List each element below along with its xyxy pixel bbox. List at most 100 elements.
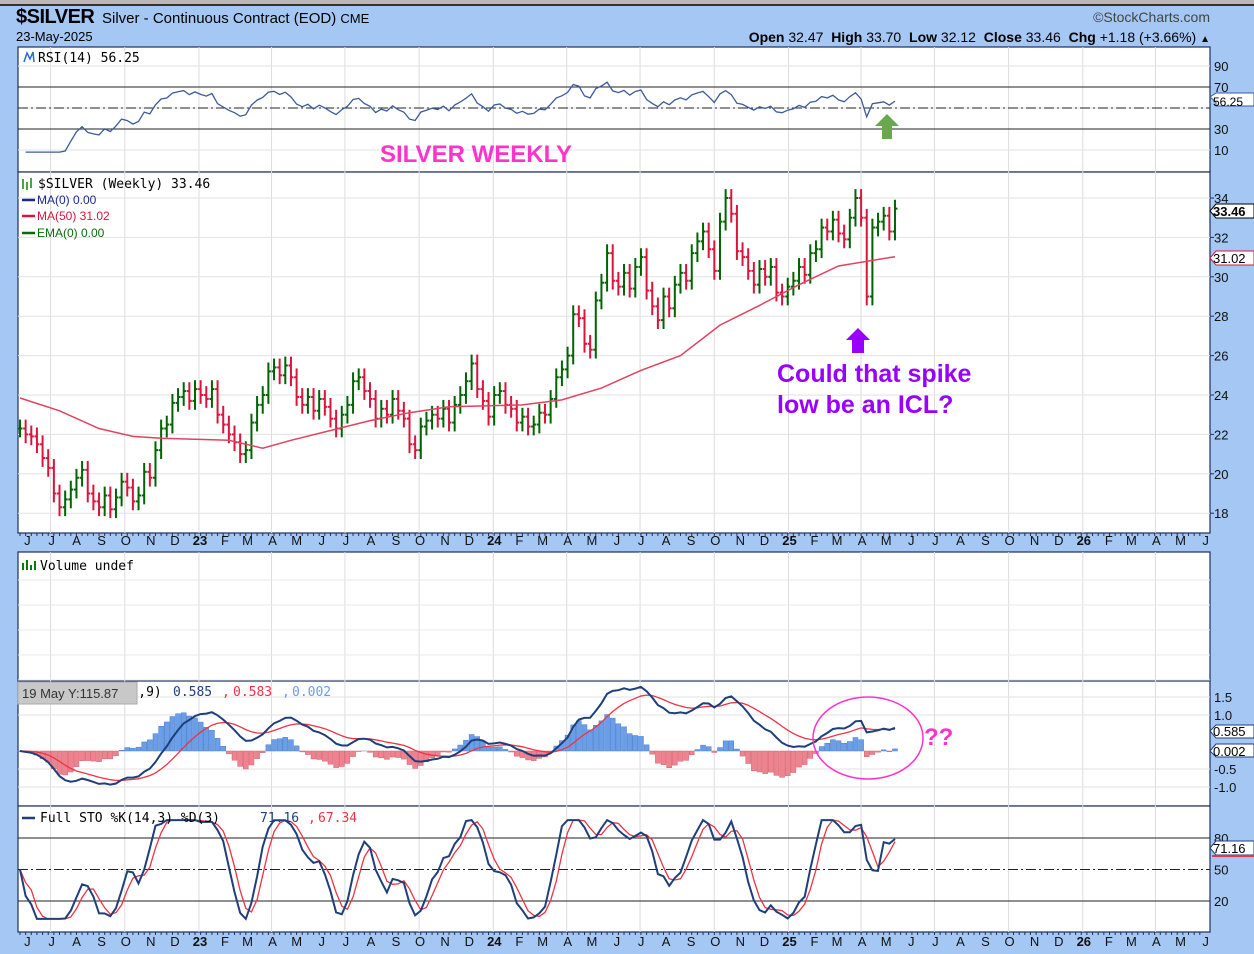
macd-histogram-bar: [147, 739, 153, 752]
silver-weekly-annotation: SILVER WEEKLY: [380, 141, 572, 168]
macd-histogram-bar: [350, 750, 356, 757]
x-tick-label: O: [415, 934, 425, 949]
macd-histogram-bar: [514, 750, 520, 757]
macd-signal-value: 0.583: [233, 685, 272, 700]
macd-histogram-bar: [830, 739, 836, 752]
macd-histogram-bar: [734, 748, 740, 752]
rsi-tag-text: 56.25: [1213, 95, 1243, 109]
x-tick-label: N: [1030, 934, 1039, 949]
x-tick-label: J: [932, 934, 939, 949]
x-tick-label: F: [221, 533, 229, 548]
svg-text:,: ,: [308, 811, 316, 826]
ma50-legend: MA(50) 31.02: [37, 209, 110, 223]
spike-annotation-line1: Could that spike: [777, 360, 972, 388]
x-tick-label: O: [710, 533, 720, 548]
x-tick-label: A: [268, 533, 277, 548]
price-tick-label: 30: [1214, 270, 1228, 285]
rsi-legend: RSI(14) 56.25: [23, 51, 140, 66]
macd-histogram-bar: [440, 750, 447, 753]
x-tick-label: J: [1202, 533, 1209, 548]
macd-histogram-bar: [446, 750, 452, 753]
macd-histogram-bar: [367, 750, 373, 753]
spike-annotation-line2: low be an ICL?: [777, 391, 953, 419]
x-tick-label: S: [392, 934, 401, 949]
rsi-tick-label: 10: [1214, 143, 1228, 158]
macd-histogram-bar: [660, 750, 667, 765]
svg-text:,: ,: [282, 685, 290, 700]
macd-histogram-bar: [197, 721, 204, 752]
macd-histogram-bar: [796, 750, 802, 768]
macd-histogram-bar: [485, 746, 492, 752]
x-tick-label: N: [440, 934, 449, 949]
macd-histogram-bar: [587, 729, 593, 752]
macd-histogram-bar: [689, 750, 695, 756]
macd-histogram-bar: [271, 739, 277, 752]
macd-histogram-bar: [745, 750, 751, 764]
macd-histogram-bar: [299, 750, 305, 753]
x-tick-label: D: [760, 934, 769, 949]
x-tick-label: A: [858, 934, 867, 949]
macd-tag: 0.585: [1209, 724, 1254, 739]
macd-histogram-bar: [96, 750, 102, 762]
x-tick-label: J: [638, 934, 645, 949]
x-tick-label: J: [908, 934, 915, 949]
price-tick-label: 28: [1214, 309, 1228, 324]
x-tick-label: J: [932, 533, 939, 548]
macd-histogram-bar: [152, 733, 159, 752]
ema0-legend: EMA(0) 0.00: [37, 226, 105, 240]
x-tick-label: D: [170, 934, 179, 949]
macd-histogram-bar: [581, 724, 588, 752]
sto-tick-label: 20: [1214, 894, 1228, 909]
macd-histogram-bar: [395, 750, 401, 758]
macd-histogram-bar: [779, 750, 785, 778]
hist-tag-text: 0.002: [1213, 744, 1246, 759]
x-tick-label: N: [736, 934, 745, 949]
price-tick-label: 32: [1214, 230, 1228, 245]
x-tick-label: 26: [1077, 934, 1091, 949]
x-tick-label: M: [537, 934, 548, 949]
macd-histogram-bar: [62, 750, 68, 776]
macd-histogram-bar: [875, 750, 881, 753]
macd-histogram-bar: [84, 750, 91, 761]
macd-histogram-bar: [615, 723, 622, 752]
x-tick-label: J: [908, 533, 915, 548]
macd-histogram-bar: [491, 746, 497, 752]
x-tick-label: A: [1152, 934, 1161, 949]
macd-histogram-bar: [209, 729, 215, 752]
macd-histogram-bar: [852, 737, 859, 752]
macd-histogram-bar: [107, 750, 114, 760]
macd-histogram-bar: [79, 750, 85, 761]
macd-histogram-bar: [451, 748, 458, 752]
ma50-tag: 31.02: [1209, 250, 1254, 266]
macd-histogram-bar: [722, 740, 729, 752]
macd-histogram-bar: [824, 743, 830, 752]
x-tick-label: 26: [1077, 533, 1091, 548]
macd-histogram-bar: [717, 747, 723, 752]
price-tick-label: 22: [1214, 427, 1228, 442]
chart-canvas[interactable]: JJJJAASSOONNDD2323FFMMAAMMJJJJAASSOONNDD…: [0, 0, 1254, 954]
x-tick-label: J: [24, 934, 31, 949]
macd-hist-value: 0.002: [292, 685, 331, 700]
macd-value: 0.585: [173, 685, 212, 700]
price-tick-label: 26: [1214, 349, 1228, 364]
x-tick-label: A: [367, 533, 376, 548]
macd-histogram-bar: [508, 750, 514, 753]
x-tick-label: M: [1126, 934, 1137, 949]
sto-tick-label: 50: [1214, 863, 1228, 878]
sto-tag-text: 71.16: [1213, 841, 1246, 856]
macd-histogram-bar: [773, 750, 780, 776]
macd-histogram-bar: [598, 720, 605, 752]
macd-histogram-bar: [864, 750, 870, 757]
macd-histogram-bar: [609, 717, 616, 752]
macd-histogram-bar: [276, 738, 283, 752]
macd-histogram-bar: [886, 750, 893, 752]
sto-tag: 71.16: [1209, 840, 1254, 857]
x-tick-label: F: [810, 533, 818, 548]
rsi-tick-label: 90: [1214, 59, 1228, 74]
macd-histogram-bar: [683, 750, 689, 761]
macd-histogram-bar: [254, 750, 260, 759]
macd-histogram-bar: [288, 739, 294, 752]
macd-histogram-bar: [192, 717, 198, 752]
tooltip: 19 May Y:115.87: [17, 681, 138, 705]
x-tick-label: N: [146, 533, 155, 548]
